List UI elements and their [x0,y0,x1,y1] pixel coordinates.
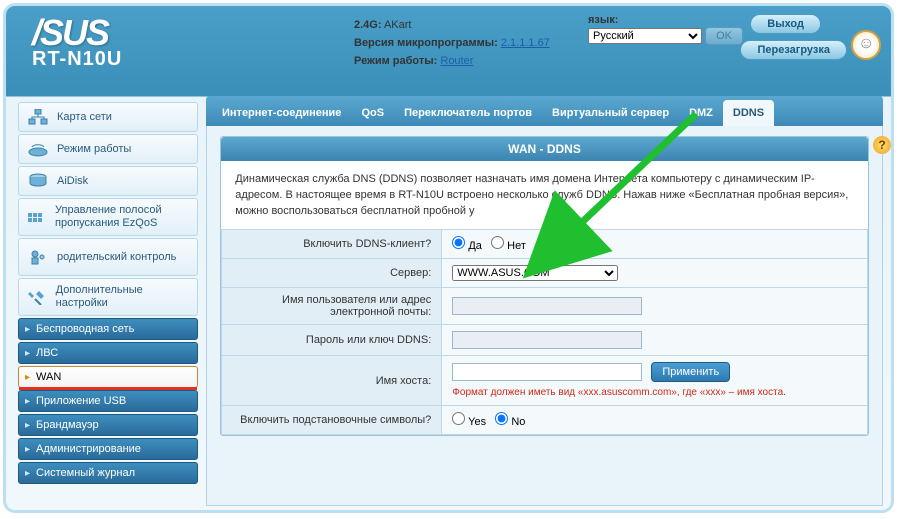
language-block: язык: Русский OK [588,14,743,45]
sidebar-label: AiDisk [57,175,88,187]
tab-port-trigger[interactable]: Переключатель портов [394,100,542,126]
enable-no-option[interactable]: Нет [491,240,526,252]
sidebar-item-ezqos[interactable]: Управление полосой пропускания EzQoS [18,198,198,236]
wildcard-no-radio[interactable] [495,412,508,425]
tab-ddns[interactable]: DDNS [723,100,774,126]
parental-icon [27,248,49,266]
sidebar-label: Карта сети [57,111,112,123]
sidebar-sub-lan[interactable]: ЛВС [18,342,198,364]
sidebar-label: Режим работы [57,143,131,155]
sidebar-sub-label: ЛВС [36,347,58,359]
sidebar-sub-label: Системный журнал [36,467,135,479]
wildcard-label: Включить подстановочные символы? [222,406,442,435]
mode-label: Режим работы: [354,55,437,67]
header: /SUS RT-N10U 2.4G: AKart Версия микропро… [6,6,891,96]
fw-label: Версия микропрограммы: [354,37,498,49]
sidebar-item-parental[interactable]: родительский контроль [18,238,198,276]
pass-label: Пароль или ключ DDNS: [222,325,442,356]
logo-block: /SUS RT-N10U [32,12,122,71]
ddns-card: WAN - DDNS Динамическая служба DNS (DDNS… [220,136,868,436]
hostname-input[interactable] [452,363,642,381]
sidebar-sub-firewall[interactable]: Брандмауэр [18,414,198,436]
firmware-link[interactable]: 2.1.1.1.67 [501,37,550,49]
assistant-icon[interactable] [851,30,881,60]
disk-icon [27,172,49,190]
content-area: Интернет-соединение QoS Переключатель по… [202,96,891,513]
sidebar-item-network-map[interactable]: Карта сети [18,102,198,132]
band-value: AKart [384,19,412,31]
host-label: Имя хоста: [222,356,442,406]
user-label: Имя пользователя или адрес электронной п… [222,288,442,325]
hostname-hint: Формат должен иметь вид «xxx.asuscomm.co… [452,386,856,399]
header-info: 2.4G: AKart Версия микропрограммы: 2.1.1… [354,16,550,70]
sidebar-label: Управление полосой пропускания EzQoS [55,204,189,230]
mode-link[interactable]: Router [440,55,473,67]
tab-qos[interactable]: QoS [351,100,394,126]
sidebar-label: Дополнительные настройки [56,284,189,310]
router-icon [27,140,49,158]
sidebar-sub-label: Брандмауэр [36,419,99,431]
sidebar-sub-admin[interactable]: Администрирование [18,438,198,460]
sidebar: Карта сети Режим работы AiDisk Управлени… [6,96,202,513]
sidebar-sub-label: WAN [36,371,61,383]
wildcard-yes-radio[interactable] [452,412,465,425]
tab-dmz[interactable]: DMZ [679,100,723,126]
sidebar-sub-label: Администрирование [36,443,141,455]
qos-icon [27,208,47,226]
wildcard-no-option[interactable]: No [495,416,525,428]
enable-yes-option[interactable]: Да [452,240,482,252]
enable-yes-radio[interactable] [452,236,465,249]
sidebar-item-mode[interactable]: Режим работы [18,134,198,164]
ddns-form: Включить DDNS-клиент? Да Нет Сервер: WWW… [221,229,867,435]
username-input[interactable] [452,297,642,315]
tools-icon [27,288,48,306]
help-icon[interactable]: ? [873,136,891,154]
sidebar-item-advanced[interactable]: Дополнительные настройки [18,278,198,316]
tab-bar: Интернет-соединение QoS Переключатель по… [206,96,883,126]
sidebar-label: родительский контроль [57,251,176,264]
sidebar-item-aidisk[interactable]: AiDisk [18,166,198,196]
server-label: Сервер: [222,259,442,288]
tab-virtual-server[interactable]: Виртуальный сервер [542,100,679,126]
network-icon [27,108,49,126]
logout-button[interactable]: Выход [750,14,821,34]
band-label: 2.4G: [354,19,382,31]
card-description: Динамическая служба DNS (DDNS) позволяет… [221,161,867,229]
language-select[interactable]: Русский [588,28,702,44]
sidebar-sub-wireless[interactable]: Беспроводная сеть [18,318,198,340]
lang-label: язык: [588,14,618,26]
server-select[interactable]: WWW.ASUS.COM [452,265,618,281]
card-title: WAN - DDNS [221,137,867,161]
sidebar-sub-usb[interactable]: Приложение USB [18,390,198,412]
panel: WAN - DDNS Динамическая служба DNS (DDNS… [206,126,883,506]
tab-internet[interactable]: Интернет-соединение [212,100,351,126]
sidebar-sub-label: Беспроводная сеть [36,323,134,335]
ok-button[interactable]: OK [705,27,743,45]
wildcard-yes-option[interactable]: Yes [452,416,486,428]
enable-no-radio[interactable] [491,236,504,249]
reboot-button[interactable]: Перезагрузка [740,40,847,60]
sidebar-sub-wan[interactable]: WAN [18,366,198,388]
model-name: RT-N10U [32,48,122,71]
apply-button[interactable]: Применить [651,362,730,382]
enable-label: Включить DDNS-клиент? [222,230,442,259]
sidebar-sub-syslog[interactable]: Системный журнал [18,462,198,484]
sidebar-sub-label: Приложение USB [36,395,126,407]
password-input[interactable] [452,331,642,349]
